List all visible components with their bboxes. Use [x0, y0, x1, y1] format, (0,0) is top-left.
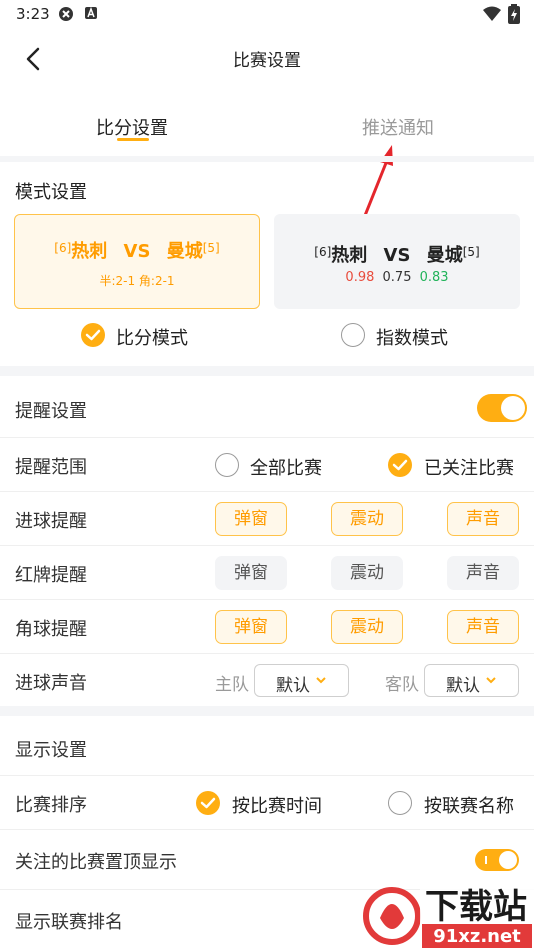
sort-league-label: 按联赛名称 — [424, 796, 514, 817]
a-notification-icon — [84, 6, 100, 22]
pin-followed-toggle[interactable] — [475, 849, 519, 871]
red-card-reminder-label: 红牌提醒 — [15, 565, 87, 586]
away-sound-value: 默认 — [446, 676, 480, 696]
index-card-odds: 0.98 0.75 0.83 — [345, 270, 449, 285]
watermark-logo: 下载站 91xz.net — [360, 880, 534, 950]
header: 比赛设置 — [0, 30, 534, 88]
show-rank-label: 显示联赛排名 — [15, 912, 123, 933]
section-divider — [0, 156, 534, 162]
pin-followed-label: 关注的比赛置顶显示 — [15, 852, 177, 873]
display-header-row: 显示设置 — [0, 716, 534, 776]
goal-popup-button[interactable]: 弹窗 — [215, 502, 287, 536]
watermark-title: 下载站 — [425, 887, 527, 927]
section-divider — [0, 706, 534, 716]
red-card-vibrate-button[interactable]: 震动 — [331, 556, 403, 590]
away-sound-dropdown[interactable]: 默认 — [424, 664, 519, 697]
away-team-label: 客队 — [385, 675, 419, 695]
chevron-down-icon — [316, 677, 326, 684]
tab-score-settings[interactable]: 比分设置 — [96, 114, 168, 140]
sort-label: 比赛排序 — [15, 795, 87, 816]
check-icon — [392, 459, 408, 471]
home-sound-value: 默认 — [276, 676, 310, 696]
tab-active-indicator — [117, 138, 149, 141]
goal-sound-button[interactable]: 声音 — [447, 502, 519, 536]
index-mode-label: 指数模式 — [376, 328, 448, 349]
red-card-popup-button[interactable]: 弹窗 — [215, 556, 287, 590]
chevron-down-icon — [486, 677, 496, 684]
reminder-header-row: 提醒设置 — [0, 380, 534, 438]
scope-all-radio[interactable] — [215, 453, 239, 477]
corner-vibrate-button[interactable]: 震动 — [331, 610, 403, 644]
red-card-reminder-row: 红牌提醒 弹窗 震动 声音 — [0, 546, 534, 600]
watermark-url: 91xz.net — [433, 926, 521, 947]
score-mode-radio[interactable] — [81, 323, 105, 347]
red-card-sound-button[interactable]: 声音 — [447, 556, 519, 590]
goal-reminder-label: 进球提醒 — [15, 511, 87, 532]
check-icon — [200, 797, 216, 809]
corner-popup-button[interactable]: 弹窗 — [215, 610, 287, 644]
status-bar: 3:23 — [0, 0, 534, 30]
index-mode-card[interactable]: [6]热刺 VS 曼城[5] 0.98 0.75 0.83 — [274, 214, 520, 309]
goal-reminder-row: 进球提醒 弹窗 震动 声音 — [0, 492, 534, 546]
score-mode-label: 比分模式 — [116, 328, 188, 349]
reminder-section-title: 提醒设置 — [15, 401, 87, 422]
battery-icon — [508, 4, 524, 24]
sort-time-radio[interactable] — [196, 791, 220, 815]
goal-vibrate-button[interactable]: 震动 — [331, 502, 403, 536]
wifi-icon — [482, 6, 501, 22]
display-section-title: 显示设置 — [15, 740, 87, 761]
corner-reminder-row: 角球提醒 弹窗 震动 声音 — [0, 600, 534, 654]
section-divider — [0, 366, 534, 376]
index-mode-radio[interactable] — [341, 323, 365, 347]
reminder-scope-label: 提醒范围 — [15, 457, 87, 478]
reminder-toggle[interactable] — [477, 394, 527, 422]
score-card-match: [6]热刺 VS 曼城[5] — [54, 241, 220, 262]
home-team-label: 主队 — [215, 675, 249, 695]
check-icon — [85, 329, 101, 341]
app-notification-icon — [58, 6, 74, 22]
score-card-detail: 半:2-1 角:2-1 — [99, 274, 175, 288]
reminder-scope-row: 提醒范围 全部比赛 已关注比赛 — [0, 438, 534, 492]
status-time: 3:23 — [16, 5, 50, 23]
mode-section-title: 模式设置 — [15, 182, 87, 203]
scope-followed-radio[interactable] — [388, 453, 412, 477]
corner-reminder-label: 角球提醒 — [15, 619, 87, 640]
corner-sound-button[interactable]: 声音 — [447, 610, 519, 644]
goal-sound-row: 进球声音 主队 默认 客队 默认 — [0, 654, 534, 708]
home-sound-dropdown[interactable]: 默认 — [254, 664, 349, 697]
index-card-match: [6]热刺 VS 曼城[5] — [314, 245, 480, 266]
score-mode-card[interactable]: [6]热刺 VS 曼城[5] 半:2-1 角:2-1 — [14, 214, 260, 309]
page-title: 比赛设置 — [233, 51, 301, 71]
sort-row: 比赛排序 按比赛时间 按联赛名称 — [0, 776, 534, 830]
tab-bar: 比分设置 推送通知 — [0, 100, 534, 156]
goal-sound-label: 进球声音 — [15, 673, 87, 694]
scope-all-label: 全部比赛 — [250, 458, 322, 479]
scope-followed-label: 已关注比赛 — [424, 458, 514, 479]
sort-time-label: 按比赛时间 — [232, 796, 322, 817]
sort-league-radio[interactable] — [388, 791, 412, 815]
